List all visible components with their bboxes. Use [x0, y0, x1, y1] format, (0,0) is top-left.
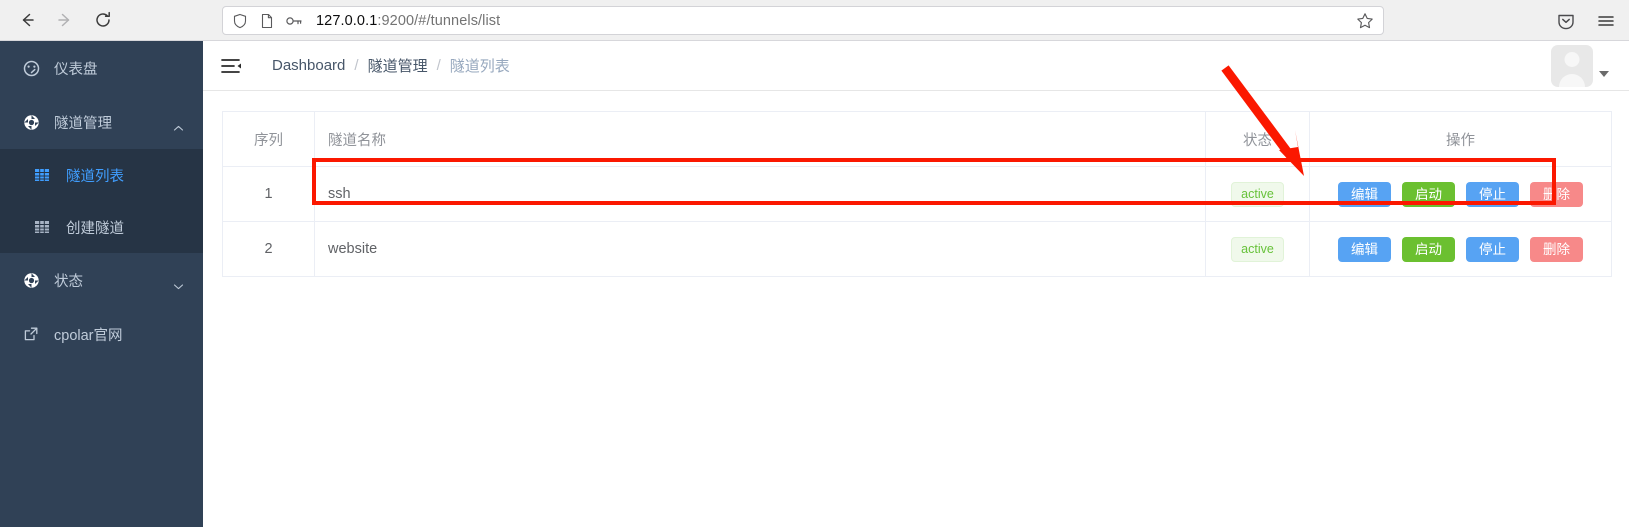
- row-action-buttons: 编辑 启动 停止 删除: [1310, 181, 1611, 207]
- page-icon: [258, 12, 276, 30]
- cell-seq: 2: [222, 221, 315, 277]
- cell-ops: 编辑 启动 停止 删除: [1309, 166, 1612, 222]
- sidebar-submenu-tunnel-management: 隧道列表 创建隧道: [0, 149, 203, 253]
- dashboard-gauge-icon: [20, 60, 42, 77]
- back-button[interactable]: [10, 5, 44, 35]
- chevron-down-icon[interactable]: [1599, 70, 1609, 77]
- user-menu[interactable]: [1551, 44, 1609, 87]
- delete-button[interactable]: 删除: [1530, 236, 1583, 262]
- application-root: 仪表盘 隧道管理 隧道列表 创建隧道 状态 cpolar官网 Dashboard…: [0, 41, 1629, 527]
- avatar-head: [1564, 51, 1580, 67]
- status-badge: active: [1231, 181, 1284, 207]
- tunnel-circle-icon: [20, 114, 42, 131]
- column-header-name: 隧道名称: [314, 111, 1206, 167]
- reload-button[interactable]: [86, 5, 120, 35]
- sidebar-item-create-tunnel[interactable]: 创建隧道: [0, 201, 203, 253]
- table-row[interactable]: 1 ssh active 编辑 启动 停止 删除: [222, 166, 1612, 222]
- table-grid-icon: [32, 167, 52, 183]
- cell-ops: 编辑 启动 停止 删除: [1309, 221, 1612, 277]
- avatar-body: [1559, 73, 1585, 87]
- url-host: 127.0.0.1: [316, 12, 378, 29]
- stop-button[interactable]: 停止: [1466, 181, 1519, 207]
- stop-button[interactable]: 停止: [1466, 236, 1519, 262]
- edit-button[interactable]: 编辑: [1338, 236, 1391, 262]
- collapse-sidebar-icon[interactable]: [220, 55, 242, 77]
- table-row[interactable]: 2 website active 编辑 启动 停止 删除: [222, 221, 1612, 277]
- bookmark-star-icon[interactable]: [1353, 9, 1377, 33]
- breadcrumb-item-dashboard[interactable]: Dashboard: [272, 57, 345, 74]
- sidebar-item-tunnel-management[interactable]: 隧道管理: [0, 95, 203, 149]
- breadcrumb-item-tunnel-list: 隧道列表: [449, 58, 510, 75]
- start-button[interactable]: 启动: [1402, 236, 1455, 262]
- table-header: 序列 隧道名称 状态 操作: [222, 111, 1612, 167]
- sidebar-item-status[interactable]: 状态: [0, 253, 203, 307]
- cell-status: active: [1205, 221, 1310, 277]
- external-link-icon: [20, 326, 42, 342]
- avatar[interactable]: [1551, 44, 1593, 87]
- navigation-buttons: [10, 5, 120, 35]
- tunnels-table: 序列 隧道名称 状态 操作 1 ssh active 编辑 启动 停止 删除 2…: [222, 111, 1612, 277]
- key-icon: [285, 12, 303, 30]
- delete-button[interactable]: 删除: [1530, 181, 1583, 207]
- shield-icon: [231, 12, 249, 30]
- url-text: 127.0.0.1:9200/#/tunnels/list: [316, 13, 500, 29]
- sidebar-item-label: 创建隧道: [66, 220, 124, 237]
- browser-toolbar: 127.0.0.1:9200/#/tunnels/list: [0, 0, 1629, 41]
- cell-name: ssh: [314, 166, 1206, 222]
- sidebar-item-label: 状态: [54, 273, 83, 290]
- table-grid-icon: [32, 219, 52, 235]
- sidebar: 仪表盘 隧道管理 隧道列表 创建隧道 状态 cpolar官网: [0, 41, 203, 527]
- status-badge: active: [1231, 236, 1284, 262]
- sidebar-item-cpolar-website[interactable]: cpolar官网: [0, 307, 203, 361]
- url-bar[interactable]: 127.0.0.1:9200/#/tunnels/list: [222, 6, 1384, 35]
- main-content: 序列 隧道名称 状态 操作 1 ssh active 编辑 启动 停止 删除 2…: [203, 91, 1629, 527]
- column-header-seq: 序列: [222, 111, 315, 167]
- chevron-down-icon: [173, 280, 184, 290]
- cell-seq: 1: [222, 166, 315, 222]
- column-header-ops: 操作: [1309, 111, 1612, 167]
- row-action-buttons: 编辑 启动 停止 删除: [1310, 236, 1611, 262]
- status-circle-icon: [20, 272, 42, 289]
- sidebar-item-tunnel-list[interactable]: 隧道列表: [0, 149, 203, 201]
- start-button[interactable]: 启动: [1402, 181, 1455, 207]
- table-header-row: 序列 隧道名称 状态 操作: [222, 111, 1612, 167]
- breadcrumb: Dashboard / 隧道管理 / 隧道列表: [272, 55, 510, 76]
- breadcrumb-item-tunnel-management[interactable]: 隧道管理: [368, 55, 428, 76]
- breadcrumb-separator: /: [436, 57, 441, 74]
- cell-name: website: [314, 221, 1206, 277]
- hamburger-menu-icon[interactable]: [1591, 6, 1621, 36]
- chevron-up-icon: [173, 122, 184, 132]
- column-header-status: 状态: [1205, 111, 1310, 167]
- url-path: :9200/#/tunnels/list: [377, 12, 501, 29]
- sidebar-item-label: cpolar官网: [54, 327, 123, 344]
- breadcrumb-separator: /: [354, 57, 359, 74]
- browser-toolbar-right: [1551, 6, 1621, 36]
- table-body: 1 ssh active 编辑 启动 停止 删除 2 website activ…: [222, 166, 1612, 277]
- forward-button[interactable]: [48, 5, 82, 35]
- sidebar-item-dashboard[interactable]: 仪表盘: [0, 41, 203, 95]
- sidebar-item-label: 隧道管理: [54, 115, 112, 132]
- app-header: Dashboard / 隧道管理 / 隧道列表: [203, 41, 1629, 91]
- sidebar-item-label: 仪表盘: [54, 61, 98, 78]
- edit-button[interactable]: 编辑: [1338, 181, 1391, 207]
- sidebar-item-label: 隧道列表: [66, 168, 124, 185]
- cell-status: active: [1205, 166, 1310, 222]
- pocket-icon[interactable]: [1551, 6, 1581, 36]
